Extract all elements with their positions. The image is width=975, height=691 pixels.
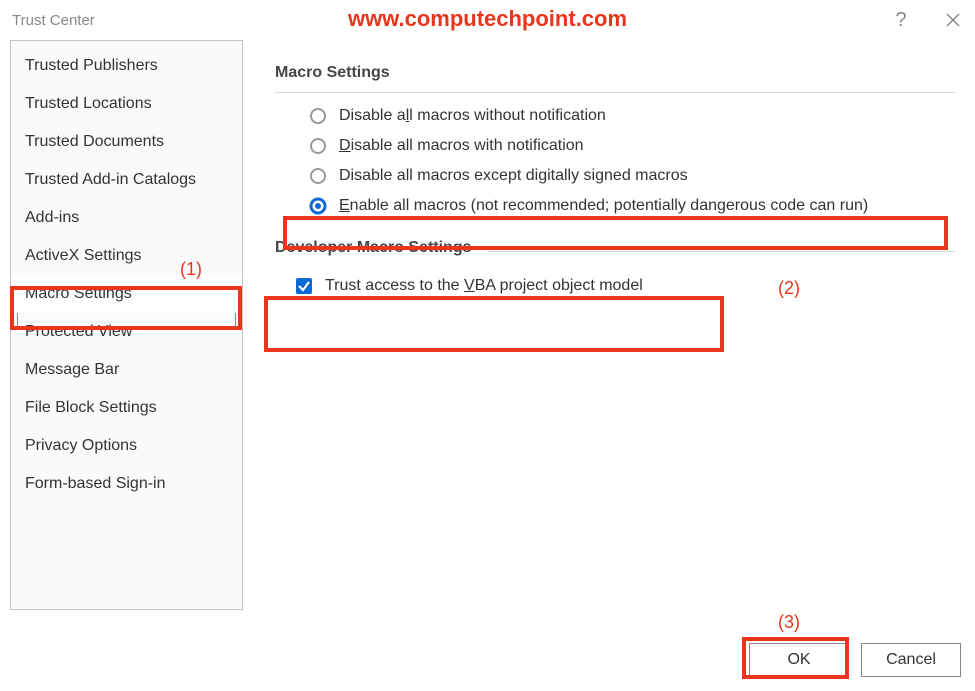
help-icon[interactable]: ?: [879, 0, 923, 40]
sidebar-item-activex-settings[interactable]: ActiveX Settings: [11, 237, 242, 275]
sidebar-item-privacy-options[interactable]: Privacy Options: [11, 427, 242, 465]
radio-label: Disable all macros except digitally sign…: [339, 167, 688, 185]
checkbox-icon-checked: [295, 277, 313, 295]
annotation-label-3: (3): [778, 612, 800, 633]
radio-icon: [309, 167, 327, 185]
developer-macro-heading: Developer Macro Settings: [275, 239, 472, 257]
sidebar-item-label: File Block Settings: [25, 399, 157, 416]
radio-disable-with-notification[interactable]: Disable all macros with notification: [309, 137, 955, 155]
radio-label: Disable all macros without notification: [339, 107, 606, 125]
sidebar-item-file-block-settings[interactable]: File Block Settings: [11, 389, 242, 427]
radio-icon: [309, 107, 327, 125]
button-label: OK: [787, 651, 810, 669]
sidebar-item-trusted-documents[interactable]: Trusted Documents: [11, 123, 242, 161]
sidebar-item-add-ins[interactable]: Add-ins: [11, 199, 242, 237]
radio-enable-all-macros[interactable]: Enable all macros (not recommended; pote…: [309, 197, 955, 215]
sidebar-item-message-bar[interactable]: Message Bar: [11, 351, 242, 389]
sidebar-item-label: Trusted Locations: [25, 95, 152, 112]
sidebar-item-trusted-publishers[interactable]: Trusted Publishers: [11, 47, 242, 85]
checkbox-trust-vba[interactable]: Trust access to the VBA project object m…: [275, 277, 955, 295]
button-label: Cancel: [886, 651, 936, 669]
radio-icon-checked: [309, 197, 327, 215]
radio-disable-without-notification[interactable]: Disable all macros without notification: [309, 107, 955, 125]
sidebar-item-label: Message Bar: [25, 361, 119, 378]
sidebar-item-label: Macro Settings: [25, 285, 132, 302]
ok-button[interactable]: OK: [749, 643, 849, 677]
sidebar-item-label: Protected View: [25, 323, 132, 340]
sidebar-item-label: Add-ins: [25, 209, 79, 226]
cancel-button[interactable]: Cancel: [861, 643, 961, 677]
radio-label: Enable all macros (not recommended; pote…: [339, 197, 868, 215]
sidebar-item-label: Form-based Sign-in: [25, 475, 166, 492]
sidebar-item-macro-settings[interactable]: Macro Settings: [11, 275, 242, 313]
close-icon[interactable]: [931, 0, 975, 40]
divider: [488, 251, 956, 252]
watermark-text: www.computechpoint.com: [348, 6, 627, 32]
macro-settings-heading: Macro Settings: [275, 64, 955, 82]
sidebar-item-trusted-addin-catalogs[interactable]: Trusted Add-in Catalogs: [11, 161, 242, 199]
sidebar-item-form-based-signin[interactable]: Form-based Sign-in: [11, 465, 242, 503]
radio-label: Disable all macros with notification: [339, 137, 584, 155]
radio-icon: [309, 137, 327, 155]
window-title: Trust Center: [0, 12, 95, 29]
sidebar-item-label: Trusted Documents: [25, 133, 164, 150]
sidebar-item-label: Trusted Publishers: [25, 57, 158, 74]
sidebar-item-label: Trusted Add-in Catalogs: [25, 171, 196, 188]
content-pane: Macro Settings Disable all macros withou…: [243, 40, 965, 610]
radio-disable-except-signed[interactable]: Disable all macros except digitally sign…: [309, 167, 955, 185]
sidebar-item-trusted-locations[interactable]: Trusted Locations: [11, 85, 242, 123]
sidebar: Trusted Publishers Trusted Locations Tru…: [10, 40, 243, 610]
sidebar-item-label: Privacy Options: [25, 437, 137, 454]
sidebar-item-protected-view[interactable]: Protected View: [11, 313, 242, 351]
checkbox-label: Trust access to the VBA project object m…: [325, 277, 643, 295]
divider: [275, 92, 955, 93]
sidebar-item-label: ActiveX Settings: [25, 247, 142, 264]
